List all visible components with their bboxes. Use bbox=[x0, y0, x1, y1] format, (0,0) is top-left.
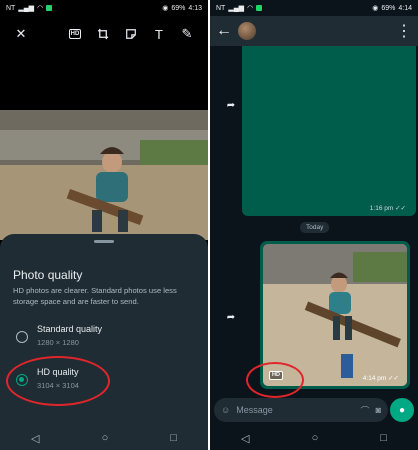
message-composer[interactable]: ☺ Message ⌒ ◙ bbox=[214, 398, 388, 422]
right-screen: NT ▂▄▆ ◠ ◉ 69% 4:14 ← ⋮ ➦ 1:16 pm ✓✓ Tod… bbox=[210, 0, 418, 450]
wifi-icon: ◠ bbox=[247, 5, 254, 12]
signal-icon: ▂▄▆ bbox=[18, 5, 35, 12]
recents-nav-icon[interactable]: □ bbox=[170, 432, 177, 444]
home-nav-icon[interactable]: ○ bbox=[312, 432, 319, 444]
sheet-title: Photo quality bbox=[13, 268, 83, 282]
battery-level: 69% bbox=[381, 4, 396, 12]
photo-preview bbox=[0, 110, 208, 240]
back-nav-icon[interactable]: ◁ bbox=[241, 432, 249, 445]
standard-quality-radio[interactable] bbox=[16, 331, 28, 343]
system-navbar: ◁ ○ □ bbox=[0, 426, 208, 450]
more-options-icon[interactable]: ⋮ bbox=[396, 21, 412, 41]
close-icon[interactable]: ✕ bbox=[10, 23, 32, 45]
chat-header: ← ⋮ bbox=[210, 16, 418, 46]
emoji-icon[interactable]: ☺ bbox=[221, 405, 230, 415]
message-time: 4:14 pm ✓✓ bbox=[362, 375, 399, 382]
back-arrow-icon[interactable]: ← bbox=[216, 22, 232, 40]
system-navbar: ◁ ○ □ bbox=[210, 426, 418, 450]
battery-level: 69% bbox=[171, 4, 186, 12]
attach-icon[interactable]: ⌒ bbox=[361, 404, 370, 417]
signal-icon: ▂▄▆ bbox=[228, 5, 245, 12]
sticker-icon[interactable] bbox=[120, 23, 142, 45]
forward-icon[interactable]: ➦ bbox=[224, 98, 238, 112]
home-nav-icon[interactable]: ○ bbox=[102, 432, 109, 444]
whatsapp-notification-icon bbox=[256, 5, 263, 11]
standard-quality-resolution: 1280 × 1280 bbox=[37, 338, 79, 347]
sheet-handle[interactable] bbox=[94, 240, 114, 243]
mic-button[interactable]: ● bbox=[390, 398, 414, 422]
status-time: 4:14 bbox=[398, 4, 412, 12]
editor-toolbar: ✕ HD T ✎ bbox=[0, 22, 208, 46]
chat-messages: ➦ 1:16 pm ✓✓ Today ➦ HD 4:14 pm ✓✓ bbox=[210, 46, 418, 426]
hd-icon: HD bbox=[68, 29, 82, 39]
status-time: 4:13 bbox=[188, 4, 202, 12]
standard-quality-label: Standard quality bbox=[37, 324, 103, 334]
message-input[interactable]: Message bbox=[236, 405, 354, 415]
eye-icon: ◉ bbox=[372, 5, 379, 12]
pencil-icon[interactable]: ✎ bbox=[176, 23, 198, 45]
mic-icon: ● bbox=[398, 404, 406, 416]
crop-rotate-icon[interactable] bbox=[92, 23, 114, 45]
left-screen: NT ▂▄▆ ◠ ◉ 69% 4:13 ✕ HD T ✎ Photo quali… bbox=[0, 0, 208, 450]
forward-icon[interactable]: ➦ bbox=[224, 310, 238, 324]
back-nav-icon[interactable]: ◁ bbox=[31, 432, 39, 445]
eye-icon: ◉ bbox=[162, 5, 169, 12]
status-bar: NT ▂▄▆ ◠ ◉ 69% 4:13 bbox=[0, 0, 208, 16]
image-message[interactable]: 1:16 pm ✓✓ bbox=[242, 46, 416, 216]
camera-icon[interactable]: ◙ bbox=[376, 405, 381, 415]
wifi-icon: ◠ bbox=[37, 5, 44, 12]
text-tool-button[interactable]: T bbox=[148, 23, 170, 45]
status-bar: NT ▂▄▆ ◠ ◉ 69% 4:14 bbox=[210, 0, 418, 16]
message-time: 1:16 pm ✓✓ bbox=[369, 205, 406, 212]
sheet-description: HD photos are clearer. Standard photos u… bbox=[13, 286, 177, 306]
photo-quality-sheet: Photo quality HD photos are clearer. Sta… bbox=[0, 234, 208, 450]
carrier-label: NT bbox=[6, 4, 16, 12]
hd-badge-highlight-circle bbox=[246, 362, 304, 398]
recents-nav-icon[interactable]: □ bbox=[380, 432, 387, 444]
carrier-label: NT bbox=[216, 4, 226, 12]
hd-option-highlight-circle bbox=[6, 356, 110, 406]
hd-quality-button[interactable]: HD bbox=[64, 23, 86, 45]
standard-quality-option[interactable]: Standard quality 1280 × 1280 bbox=[13, 324, 198, 354]
date-separator: Today bbox=[300, 222, 330, 233]
whatsapp-notification-icon bbox=[46, 5, 53, 11]
avatar[interactable] bbox=[238, 22, 256, 40]
